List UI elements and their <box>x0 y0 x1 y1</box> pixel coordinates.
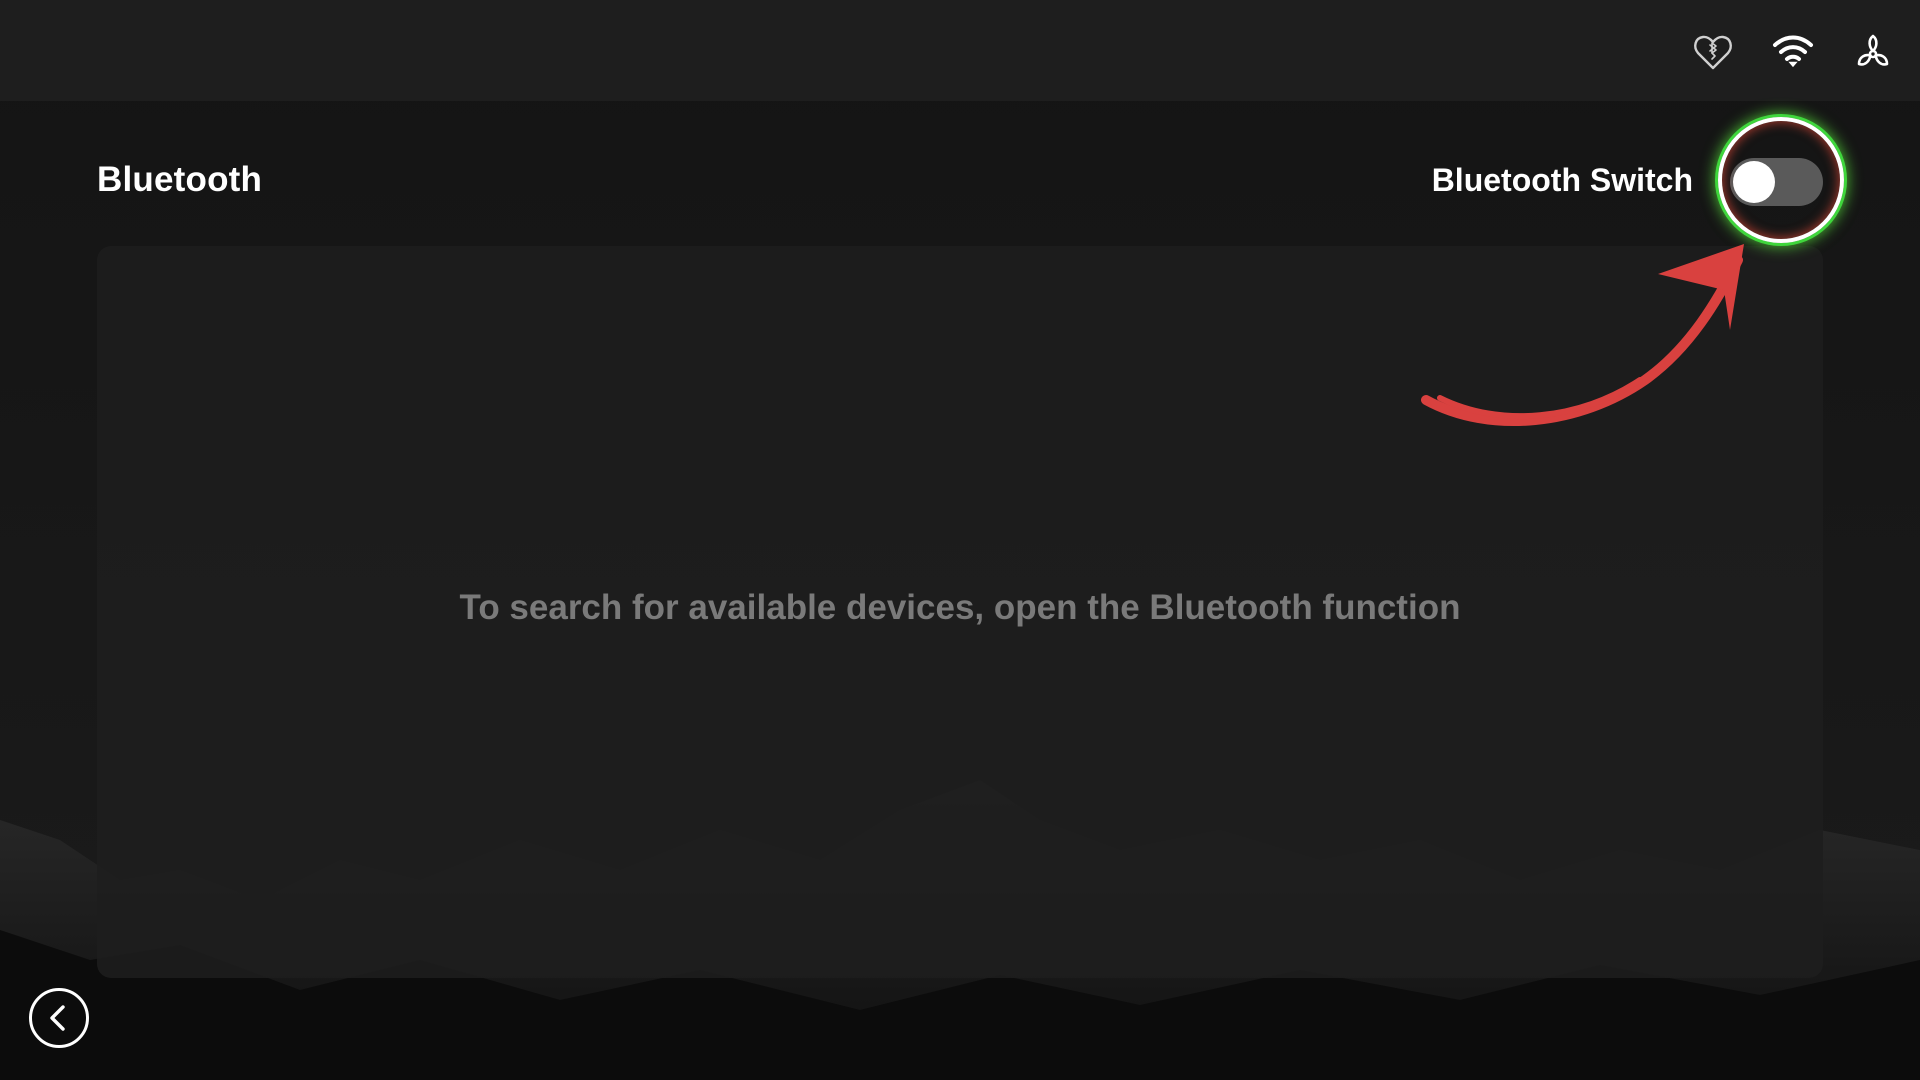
status-bar <box>0 0 1920 101</box>
bluetooth-settings-screen: Bluetooth Bluetooth Switch To search for… <box>0 0 1920 1080</box>
bluetooth-switch-label: Bluetooth Switch <box>1431 162 1693 198</box>
fan-icon <box>1849 28 1897 76</box>
chevron-left-icon <box>50 1005 65 1031</box>
back-button[interactable] <box>29 988 89 1048</box>
broken-heart-bluetooth-icon <box>1689 28 1737 76</box>
wifi-icon <box>1769 28 1817 76</box>
device-list-panel: To search for available devices, open th… <box>97 246 1823 978</box>
toggle-knob <box>1733 161 1775 203</box>
bluetooth-toggle-switch[interactable] <box>1730 158 1823 206</box>
empty-state-message: To search for available devices, open th… <box>459 588 1461 627</box>
page-title: Bluetooth <box>97 160 263 199</box>
